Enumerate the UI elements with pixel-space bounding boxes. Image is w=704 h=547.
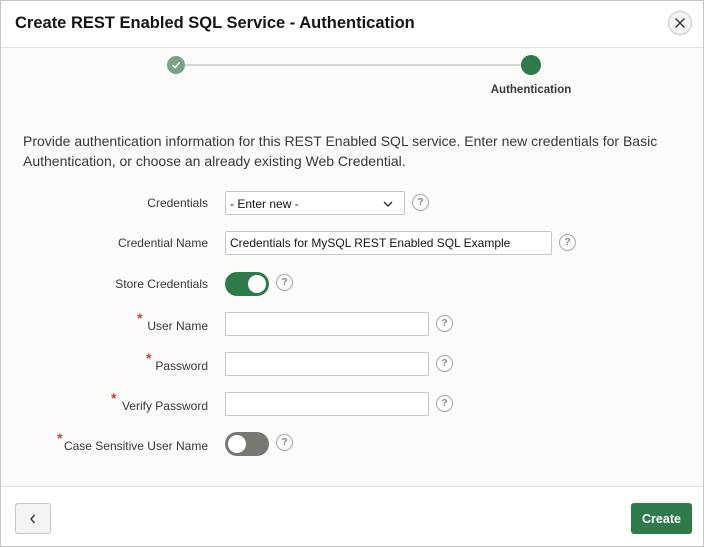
credentials-label: Credentials [147,196,208,210]
dialog-footer: Create [1,486,703,546]
store-credentials-row: Store Credentials ? [1,272,703,298]
required-marker: * [111,390,117,406]
user-name-input[interactable] [225,312,429,336]
credentials-row: Credentials - Enter new - ? [1,191,703,217]
credentials-select[interactable]: - Enter new - [225,191,405,215]
password-label: Password [155,359,208,373]
toggle-knob [228,435,246,453]
required-marker: * [57,430,63,446]
help-icon[interactable]: ? [276,274,293,291]
user-name-row: * User Name ? [1,310,703,338]
required-marker: * [146,350,152,366]
help-icon[interactable]: ? [436,395,453,412]
close-icon [675,18,685,28]
toggle-knob [248,275,266,293]
help-icon[interactable]: ? [559,234,576,251]
chevron-left-icon [30,514,36,523]
wizard-step-current [521,55,541,75]
wizard-step-completed [167,56,185,74]
wizard-progress: Authentication [1,49,703,105]
dialog-title: Create REST Enabled SQL Service - Authen… [15,14,415,32]
wizard-track [185,64,521,66]
store-credentials-label: Store Credentials [115,277,208,291]
description-text: Provide authentication information for t… [23,133,658,169]
verify-password-input[interactable] [225,392,429,416]
wizard-step-label: Authentication [490,84,572,96]
help-icon[interactable]: ? [436,315,453,332]
close-button[interactable] [668,11,692,35]
credentials-select-value: - Enter new - [230,197,299,211]
credential-name-label: Credential Name [117,236,208,250]
help-icon[interactable]: ? [436,355,453,372]
case-sensitive-row: * Case Sensitive User Name ? [1,430,703,458]
verify-password-label: Verify Password [121,399,208,413]
help-icon[interactable]: ? [412,194,429,211]
create-button[interactable]: Create [631,503,692,534]
dialog-titlebar: Create REST Enabled SQL Service - Authen… [1,1,703,48]
user-name-label: User Name [147,319,208,333]
dialog: Create REST Enabled SQL Service - Authen… [0,0,704,547]
verify-password-row: * Verify Password ? [1,390,703,418]
password-input[interactable] [225,352,429,376]
credential-name-input[interactable] [225,231,552,255]
credential-name-row: Credential Name ? [1,231,703,257]
help-icon[interactable]: ? [276,434,293,451]
case-sensitive-toggle[interactable] [225,432,269,456]
case-sensitive-label: Case Sensitive User Name [63,439,208,453]
check-icon [171,61,181,69]
store-credentials-toggle[interactable] [225,272,269,296]
chevron-down-icon [383,201,393,208]
password-row: * Password ? [1,350,703,378]
required-marker: * [137,310,143,326]
back-button[interactable] [15,503,51,534]
